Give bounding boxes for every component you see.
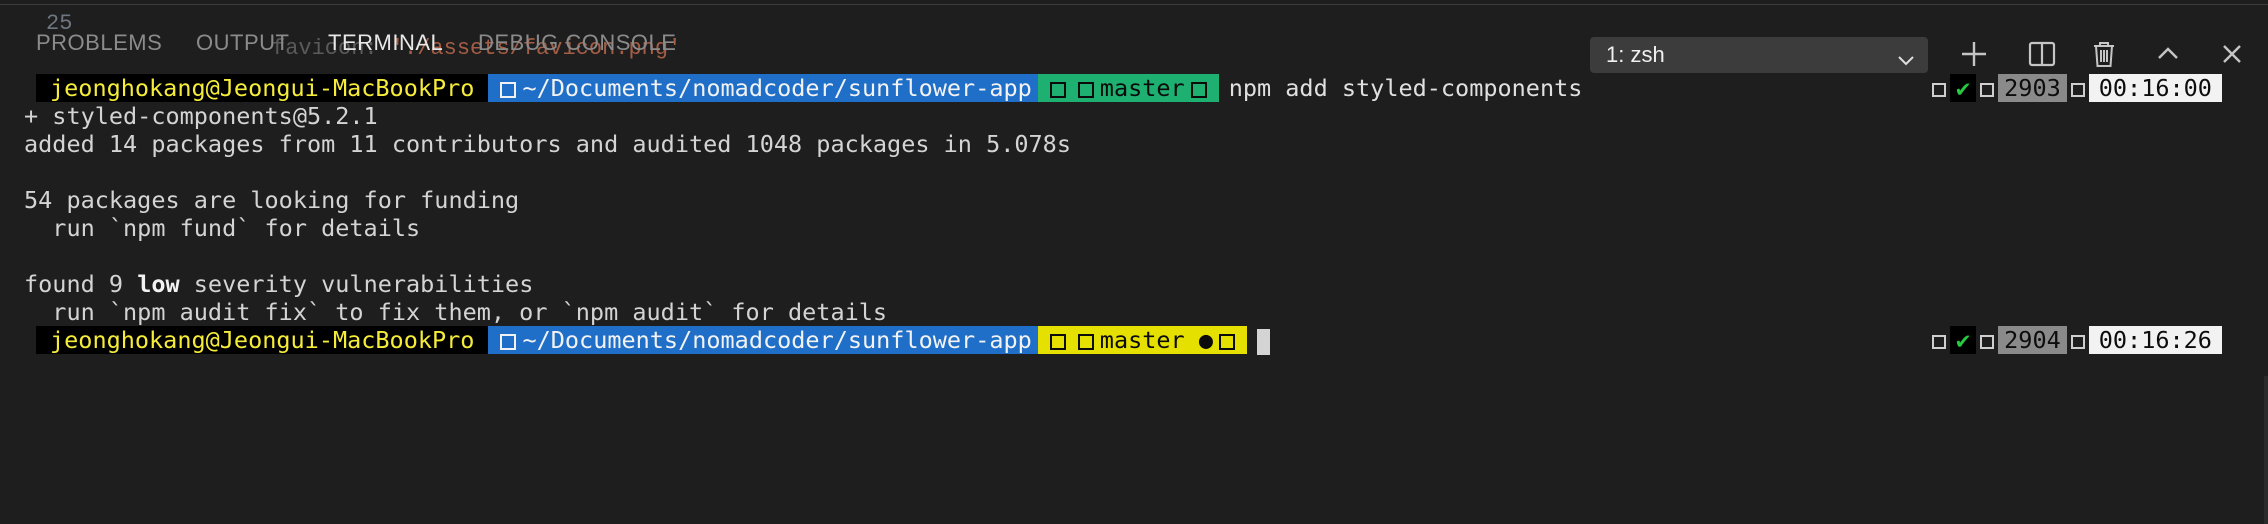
prompt-user: jeonghokang@Jeongui-MacBookPro — [36, 74, 489, 102]
panel-tab-bar: PROBLEMS OUTPUT TERMINAL DEBUG CONSOLE 1… — [0, 12, 2268, 78]
separator-icon — [1190, 81, 1207, 98]
chevron-up-icon[interactable] — [2150, 36, 2186, 72]
separator-icon — [2070, 82, 2085, 97]
branch-icon — [1077, 81, 1094, 98]
check-icon: ✔ — [1950, 74, 1977, 102]
right-prompt-2: ✔ 2904 00:16:26 — [1928, 326, 2222, 354]
prompt-git-branch: master — [1037, 74, 1219, 102]
output-line: found 9 low severity vulnerabilities — [24, 270, 533, 298]
prompt-line-2: jeonghokang@Jeongui-MacBookPro ~/Document… — [36, 326, 1270, 355]
separator-icon — [1219, 333, 1235, 350]
output-line: added 14 packages from 11 contributors a… — [24, 130, 1071, 158]
tab-debug-console[interactable]: DEBUG CONSOLE — [478, 30, 676, 70]
plus-icon[interactable] — [1956, 36, 1992, 72]
prompt-branch-text: master — [1099, 326, 1185, 354]
tab-problems[interactable]: PROBLEMS — [36, 30, 162, 70]
branch-icon — [1077, 333, 1094, 350]
prompt-branch-text: master — [1099, 74, 1185, 102]
separator-icon — [2070, 334, 2085, 349]
output-line: run `npm audit fix` to fix them, or `npm… — [24, 298, 888, 326]
panel-top-border — [0, 4, 2268, 5]
separator-icon — [1980, 82, 1995, 97]
prompt-path: ~/Documents/nomadcoder/sunflower-app — [488, 74, 1038, 102]
history-number: 2903 — [1998, 74, 2067, 102]
editor-remnant: 25 favicon: './assets/favicon.png' — [0, 0, 2268, 61]
separator-icon — [500, 81, 517, 98]
separator-icon — [1932, 334, 1946, 349]
output-text: found 9 — [24, 270, 138, 298]
prompt-line-1: jeonghokang@Jeongui-MacBookPro ~/Document… — [36, 74, 1582, 102]
chevron-down-icon — [1896, 46, 1916, 66]
output-line: + styled-components@5.2.1 — [24, 102, 378, 130]
terminal-scrollbar[interactable] — [2264, 376, 2268, 524]
separator-icon — [500, 333, 517, 350]
separator-icon — [1049, 81, 1066, 98]
history-number: 2904 — [1998, 326, 2067, 354]
timestamp: 00:16:26 — [2088, 326, 2222, 354]
prompt-git-branch: master ● — [1037, 326, 1247, 354]
trash-icon[interactable] — [2086, 36, 2122, 72]
terminal-cursor — [1257, 328, 1270, 355]
separator-icon — [1980, 334, 1995, 349]
output-line: 54 packages are looking for funding — [24, 186, 520, 214]
tab-terminal[interactable]: TERMINAL — [328, 30, 444, 78]
typed-command: npm add styled-components — [1228, 74, 1583, 102]
prompt-path-text: ~/Documents/nomadcoder/sunflower-app — [522, 326, 1032, 354]
terminal-instance-label: 1: zsh — [1606, 42, 1665, 67]
prompt-path-text: ~/Documents/nomadcoder/sunflower-app — [522, 74, 1032, 102]
prompt-user: jeonghokang@Jeongui-MacBookPro — [36, 326, 489, 354]
timestamp: 00:16:00 — [2088, 74, 2222, 102]
split-icon[interactable] — [2024, 36, 2060, 72]
check-icon: ✔ — [1950, 326, 1977, 354]
dirty-indicator: ● — [1198, 326, 1213, 354]
output-line: run `npm fund` for details — [24, 214, 421, 242]
separator-icon — [1049, 333, 1066, 350]
prompt-path: ~/Documents/nomadcoder/sunflower-app — [488, 326, 1038, 354]
terminal-instance-select[interactable]: 1: zsh — [1590, 37, 1928, 73]
close-icon[interactable] — [2214, 36, 2250, 72]
separator-icon — [1932, 82, 1946, 97]
right-prompt-1: ✔ 2903 00:16:00 — [1928, 74, 2222, 102]
tab-output[interactable]: OUTPUT — [196, 30, 289, 70]
output-text: severity vulnerabilities — [179, 270, 534, 298]
severity-label: low — [137, 270, 180, 298]
